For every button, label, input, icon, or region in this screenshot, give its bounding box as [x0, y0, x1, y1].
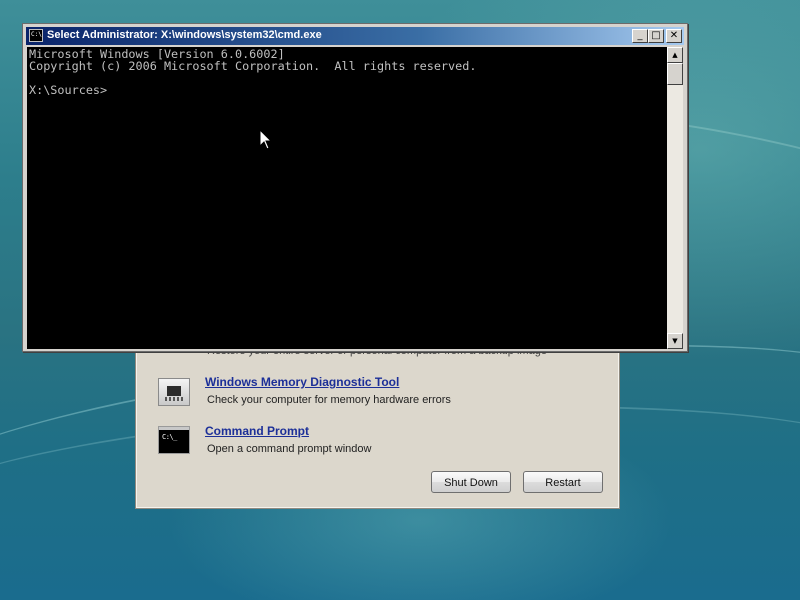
option-description: Open a command prompt window — [207, 443, 372, 455]
option-description: Check your computer for memory hardware … — [207, 394, 451, 406]
console-output[interactable]: Microsoft Windows [Version 6.0.6002] Cop… — [27, 47, 667, 349]
mouse-cursor-icon — [259, 129, 273, 150]
title-bar[interactable]: C:\ Select Administrator: X:\windows\sys… — [26, 27, 684, 45]
maximize-button[interactable]: □ — [648, 29, 664, 43]
command-prompt-line[interactable]: X:\Sources> — [29, 84, 107, 96]
command-prompt-window[interactable]: C:\ Select Administrator: X:\windows\sys… — [22, 23, 688, 352]
scroll-up-button[interactable]: ▲ — [667, 47, 683, 63]
memory-chip-icon — [158, 378, 190, 406]
command-prompt-link[interactable]: Command Prompt — [205, 424, 309, 438]
cmd-window-icon[interactable]: C:\ — [29, 29, 43, 42]
scroll-down-button[interactable]: ▼ — [667, 333, 683, 349]
console-line: Copyright (c) 2006 Microsoft Corporation… — [29, 59, 477, 73]
window-title: Select Administrator: X:\windows\system3… — [47, 29, 322, 41]
scrollbar-thumb[interactable] — [667, 63, 683, 85]
shut-down-button[interactable]: Shut Down — [431, 471, 511, 493]
vertical-scrollbar[interactable]: ▲ ▼ — [667, 47, 683, 349]
memory-diagnostic-link[interactable]: Windows Memory Diagnostic Tool — [205, 375, 399, 389]
restart-button[interactable]: Restart — [523, 471, 603, 493]
close-button[interactable]: ✕ — [666, 29, 682, 43]
desktop-background: Restore your entire server or personal c… — [0, 0, 800, 600]
command-prompt-icon: C:\_ — [158, 426, 190, 454]
minimize-button[interactable]: _ — [632, 29, 648, 43]
